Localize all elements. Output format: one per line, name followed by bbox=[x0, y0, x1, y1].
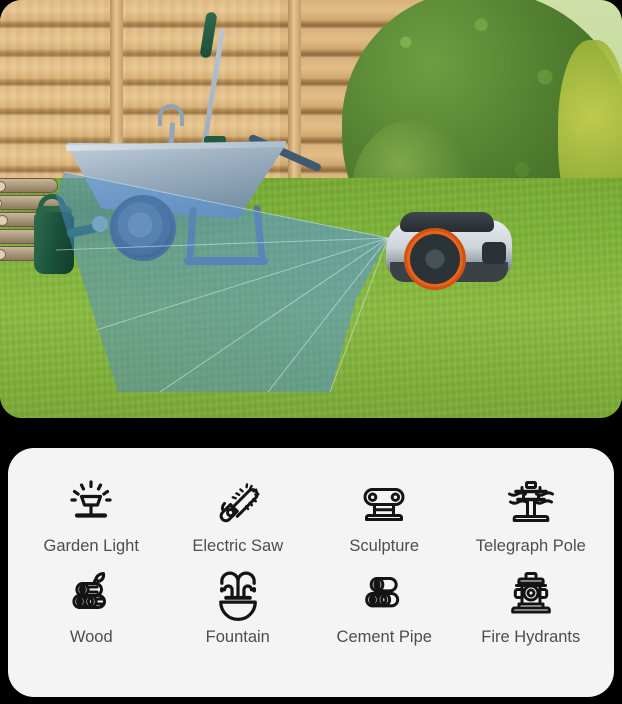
category-label: Sculpture bbox=[349, 537, 420, 555]
robot-lawn-mower bbox=[386, 206, 512, 292]
cement-pipe-icon bbox=[356, 565, 412, 621]
sculpture-icon bbox=[356, 474, 412, 530]
category-item-cement-pipe[interactable]: Cement Pipe bbox=[311, 561, 458, 646]
fountain-icon bbox=[218, 571, 257, 622]
wheelbarrow-leg bbox=[186, 206, 197, 264]
metal-wheelbarrow bbox=[60, 133, 323, 295]
category-item-electric-saw[interactable]: Electric Saw bbox=[165, 470, 312, 555]
category-label: Telegraph Pole bbox=[475, 537, 586, 555]
category-label: Cement Pipe bbox=[336, 628, 432, 647]
app-screen: Garden Light Electric Saw Sculpture Tele… bbox=[0, 0, 622, 704]
telegraph-pole-icon bbox=[503, 474, 559, 530]
category-label: Wood bbox=[69, 628, 113, 647]
log bbox=[0, 178, 58, 193]
electric-saw-icon bbox=[210, 474, 266, 530]
category-item-garden-light[interactable]: Garden Light bbox=[18, 470, 165, 555]
mower-wheel-hub bbox=[410, 234, 460, 284]
garden-light-icon bbox=[63, 474, 119, 530]
obstacle-category-panel: Garden Light Electric Saw Sculpture Tele… bbox=[8, 448, 614, 697]
wheelbarrow-leg bbox=[253, 204, 266, 262]
mower-rear-module bbox=[482, 242, 506, 264]
category-label: Electric Saw bbox=[192, 537, 284, 555]
category-label: Garden Light bbox=[43, 537, 139, 555]
wheelbarrow-wheel bbox=[110, 195, 176, 261]
category-item-wood[interactable]: Wood bbox=[18, 561, 165, 646]
category-label: Fire Hydrants bbox=[481, 628, 581, 647]
category-item-fire-hydrants[interactable]: Fire Hydrants bbox=[458, 561, 605, 646]
fire-hydrants-icon bbox=[503, 565, 559, 621]
category-item-fountain[interactable]: Fountain bbox=[165, 561, 312, 646]
category-grid: Garden Light Electric Saw Sculpture Tele… bbox=[18, 470, 604, 646]
mower-top-panel bbox=[400, 212, 494, 232]
garden-scene-photo bbox=[0, 0, 622, 418]
category-label: Fountain bbox=[205, 628, 270, 647]
category-item-telegraph-pole[interactable]: Telegraph Pole bbox=[458, 470, 605, 555]
category-item-sculpture[interactable]: Sculpture bbox=[311, 470, 458, 555]
wheelbarrow-foot bbox=[184, 257, 268, 265]
wood-icon bbox=[63, 565, 119, 621]
photo-stage bbox=[0, 0, 622, 418]
